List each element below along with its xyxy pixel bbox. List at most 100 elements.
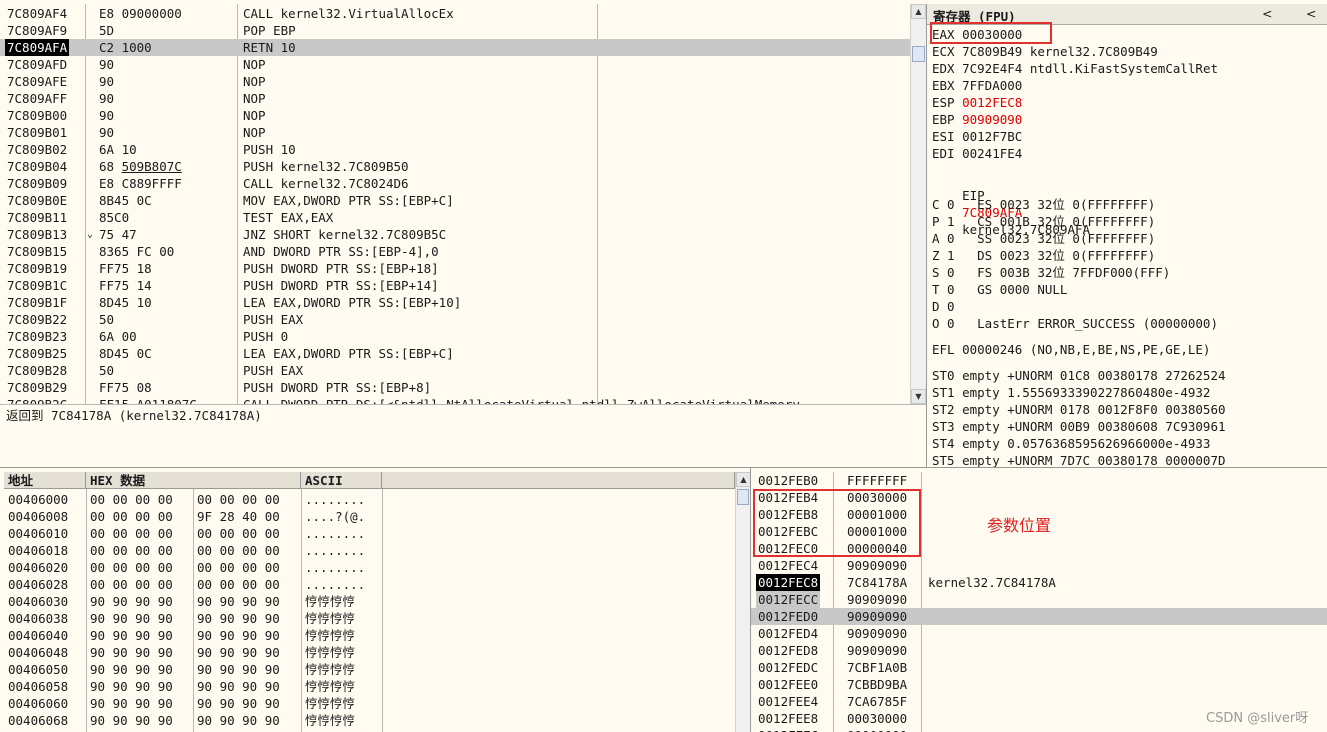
flag-row[interactable]: T 0 GS 0000 NULL [932, 281, 1327, 298]
fpu-register-row[interactable]: ST2 empty +UNORM 0178 0012F8F0 00380560 [932, 401, 1327, 418]
disasm-hex: 75 47 [99, 227, 137, 242]
stack-row[interactable]: 0012FEC4 90909090 [751, 557, 1327, 574]
disasm-hex: 8B45 0C [99, 193, 152, 208]
stack-row[interactable]: 0012FED8 90909090 [751, 642, 1327, 659]
eip-register[interactable]: EIP 7C809AFA kernel32.7C809AFA [932, 170, 1327, 237]
dump-row[interactable]: 00406050 90 90 90 90 90 90 90 90 悙悙悙悙 [0, 661, 735, 678]
disasm-row[interactable]: 7C809AFA C2 1000 RETN 10 [0, 39, 910, 56]
disasm-row[interactable]: 7C809AF4 E8 09000000 CALL kernel32.Virtual… [0, 5, 910, 22]
dump-row[interactable]: 00406028 00 00 00 00 00 00 00 00........ [0, 576, 735, 593]
stack-row[interactable]: 0012FECC 90909090 [751, 591, 1327, 608]
dump-row[interactable]: 00406048 90 90 90 90 90 90 90 90 悙悙悙悙 [0, 644, 735, 661]
register-ecx[interactable]: ECX 7C809B49 kernel32.7C809B49 [932, 43, 1327, 60]
flag-row[interactable]: C 0 ES 0023 32位 0(FFFFFFFF) [932, 196, 1327, 213]
disasm-row[interactable]: 7C809B1F 8D45 10 LEA EAX,DWORD PTR SS:[EBP… [0, 294, 910, 311]
register-ebp[interactable]: EBP 90909090 [932, 111, 1327, 128]
register-esi[interactable]: ESI 0012F7BC [932, 128, 1327, 145]
disasm-row[interactable]: 7C809B0E 8B45 0C MOV EAX,DWORD PTR SS:[EBP… [0, 192, 910, 209]
dump-row[interactable]: 00406058 90 90 90 90 90 90 90 90 悙悙悙悙 [0, 678, 735, 695]
register-ebx[interactable]: EBX 7FFDA000 [932, 77, 1327, 94]
stack-row[interactable]: 0012FEC8 7C84178A kernel32.7C84178A [751, 574, 1327, 591]
dump-row[interactable]: 00406038 90 90 90 90 90 90 90 90 悙悙悙悙 [0, 610, 735, 627]
register-name: ESI [932, 129, 955, 144]
disasm-row[interactable]: 7C809B00 90 NOP [0, 107, 910, 124]
dump-header-address[interactable]: 地址 [4, 472, 86, 489]
disasm-instruction: PUSH EAX [243, 312, 304, 327]
disasm-row[interactable]: 7C809B23 6A 00 PUSH 0 [0, 328, 910, 345]
disasm-row[interactable]: 7C809AFF 90 NOP [0, 90, 910, 107]
watermark: CSDN @sliver呀 [1206, 711, 1309, 726]
dump-header-ascii[interactable]: ASCII [301, 472, 382, 489]
disasm-address: 7C809B01 [7, 125, 68, 140]
fpu-register-row[interactable]: ST1 empty 1.5556933390227860480e-4932 [932, 384, 1327, 401]
scroll-thumb[interactable] [912, 46, 925, 62]
fpu-register-row[interactable]: ST0 empty +UNORM 01C8 00380178 27262524 [932, 367, 1327, 384]
stack-row[interactable]: 0012FEEC 00000000 [751, 727, 1327, 732]
stack-value: 90909090 [847, 609, 908, 624]
scroll-up-icon[interactable]: ▲ [736, 472, 751, 487]
fpu-register-row[interactable]: ST3 empty +UNORM 00B9 00380608 7C930961 [932, 418, 1327, 435]
dump-row[interactable]: 00406030 90 90 90 90 90 90 90 90 悙悙悙悙 [0, 593, 735, 610]
disasm-row[interactable]: 7C809B22 50 PUSH EAX [0, 311, 910, 328]
chevron-left-icon[interactable]: < [1262, 6, 1272, 21]
dump-hex-group-2: 90 90 90 90 [197, 662, 280, 677]
stack-row[interactable]: 0012FEB0 FFFFFFFF [751, 472, 1327, 489]
efl-register[interactable]: EFL 00000246 (NO,NB,E,BE,NS,PE,GE,LE) [932, 341, 1327, 358]
disasm-row[interactable]: 7C809B02 6A 10 PUSH 10 [0, 141, 910, 158]
disasm-row[interactable]: 7C809B09 E8 C889FFFF CALL kernel32.7C8024D… [0, 175, 910, 192]
stack-row[interactable]: 0012FEDC 7CBF1A0B [751, 659, 1327, 676]
disasm-row[interactable]: 7C809B1C FF75 14 PUSH DWORD PTR SS:[EBP+14… [0, 277, 910, 294]
disasm-instruction: PUSH EAX [243, 363, 304, 378]
dump-row[interactable]: 00406010 00 00 00 00 00 00 00 00........ [0, 525, 735, 542]
dump-row[interactable]: 00406020 00 00 00 00 00 00 00 00........ [0, 559, 735, 576]
flag-row[interactable]: P 1 CS 001B 32位 0(FFFFFFFF) [932, 213, 1327, 230]
dump-header-hex[interactable]: HEX 数据 [86, 472, 301, 489]
dump-row[interactable]: 00406068 90 90 90 90 90 90 90 90 悙悙悙悙 [0, 712, 735, 729]
disasm-row[interactable]: 7C809B19 FF75 18 PUSH DWORD PTR SS:[EBP+18… [0, 260, 910, 277]
disasm-row[interactable]: 7C809B2C FF15 A011807C CALL DWORD PTR DS:[… [0, 396, 910, 404]
disasm-row[interactable]: 7C809B11 85C0 TEST EAX,EAX [0, 209, 910, 226]
dump-row[interactable]: 00406040 90 90 90 90 90 90 90 90 悙悙悙悙 [0, 627, 735, 644]
scroll-thumb[interactable] [737, 489, 749, 505]
scroll-down-icon[interactable]: ▼ [911, 389, 926, 404]
chevron-left-icon[interactable]: < [1306, 6, 1316, 21]
stack-row[interactable]: 0012FEE0 7CBBD9BA [751, 676, 1327, 693]
disassembly-pane[interactable]: 7C809AF4 E8 09000000 CALL kernel32.Virtual… [0, 4, 910, 404]
flag-row[interactable]: O 0 LastErr ERROR_SUCCESS (00000000) [932, 315, 1327, 332]
disasm-row[interactable]: 7C809B25 8D45 0C LEA EAX,DWORD PTR SS:[EBP… [0, 345, 910, 362]
disasm-row[interactable]: 7C809AF9 5D POP EBP [0, 22, 910, 39]
flag-row[interactable]: S 0 FS 003B 32位 7FFDF000(FFF) [932, 264, 1327, 281]
register-edi[interactable]: EDI 00241FE4 [932, 145, 1327, 162]
registers-pane[interactable]: 寄存器 (FPU) < < EAX 00030000 ECX 7C809B49 … [927, 4, 1327, 467]
disasm-row[interactable]: 7C809B13 75 47 ⌄ JNZ SHORT kernel32.7C809B5… [0, 226, 910, 243]
scroll-up-icon[interactable]: ▲ [911, 4, 926, 19]
dump-hex-group-1: 00 00 00 00 [90, 543, 173, 558]
dump-hex-group-1: 00 00 00 00 [90, 577, 173, 592]
dump-row[interactable]: 00406008 00 00 00 00 9F 28 40 00 ....?(@. [0, 508, 735, 525]
stack-row[interactable]: 0012FED4 90909090 [751, 625, 1327, 642]
dump-scrollbar[interactable]: ▲ [735, 472, 751, 732]
disasm-row[interactable]: 7C809AFE 90 NOP [0, 73, 910, 90]
flag-row[interactable]: D 0 [932, 298, 1327, 315]
dump-hex-group-1: 90 90 90 90 [90, 594, 173, 609]
disasm-row[interactable]: 7C809B01 90 NOP [0, 124, 910, 141]
dump-row[interactable]: 00406018 00 00 00 00 00 00 00 00........ [0, 542, 735, 559]
disasm-row[interactable]: 7C809B29 FF75 08 PUSH DWORD PTR SS:[EBP+8] [0, 379, 910, 396]
dump-row[interactable]: 00406000 00 00 00 00 00 00 00 00........ [0, 491, 735, 508]
register-edx[interactable]: EDX 7C92E4F4 ntdll.KiFastSystemCallRet [932, 60, 1327, 77]
disasm-instruction: POP EBP [243, 23, 296, 38]
dump-row[interactable]: 00406060 90 90 90 90 90 90 90 90 悙悙悙悙 [0, 695, 735, 712]
disassembly-scrollbar[interactable]: ▲ ▼ [910, 4, 927, 404]
fpu-register-row[interactable]: ST5 empty +UNORM 7D7C 00380178 0000007D [932, 452, 1327, 467]
disasm-row[interactable]: 7C809B28 50 PUSH EAX [0, 362, 910, 379]
register-name: ECX [932, 44, 955, 59]
fpu-register-row[interactable]: ST4 empty 0.0576368595626966000e-4933 [932, 435, 1327, 452]
disasm-row[interactable]: 7C809B15 8365 FC 00 AND DWORD PTR SS:[EBP-… [0, 243, 910, 260]
stack-row[interactable]: 0012FED0 90909090 [751, 608, 1327, 625]
hex-dump-pane[interactable]: 地址 HEX 数据 ASCII 00406000 00 00 00 00 00 00… [0, 472, 735, 732]
register-esp[interactable]: ESP 0012FEC8 [932, 94, 1327, 111]
disasm-row[interactable]: 7C809AFD 90 NOP [0, 56, 910, 73]
flag-row[interactable]: Z 1 DS 0023 32位 0(FFFFFFFF) [932, 247, 1327, 264]
flag-row[interactable]: A 0 SS 0023 32位 0(FFFFFFFF) [932, 230, 1327, 247]
disasm-row[interactable]: 7C809B04 68 509B807C PUSH kernel32.7C809B5… [0, 158, 910, 175]
